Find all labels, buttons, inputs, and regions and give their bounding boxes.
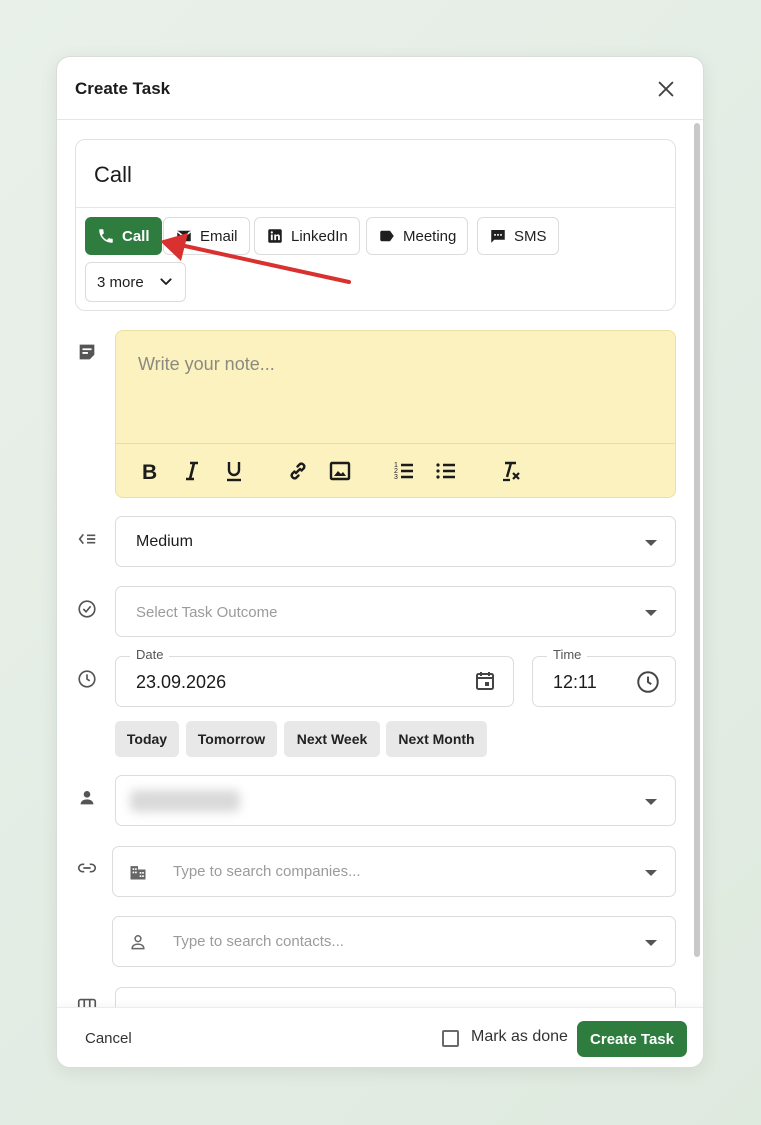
contacts-placeholder: Type to search contacts... [173, 933, 344, 950]
note-editor[interactable]: Write your note... B 123 [115, 330, 676, 498]
sms-icon [491, 230, 505, 243]
type-meeting-label: Meeting [403, 227, 457, 245]
link-association-icon [77, 863, 97, 873]
more-types-button[interactable]: 3 more [85, 262, 186, 302]
link-icon[interactable] [286, 459, 310, 483]
ordered-list-icon[interactable]: 123 [392, 459, 416, 483]
svg-text:B: B [142, 461, 157, 483]
close-icon[interactable] [655, 78, 677, 100]
dropdown-caret-icon [645, 799, 657, 805]
dropdown-caret-icon [645, 940, 657, 946]
task-outcome-placeholder: Select Task Outcome [136, 604, 278, 621]
type-meeting-button[interactable]: Meeting [366, 217, 469, 255]
task-title-input[interactable] [94, 162, 654, 188]
clear-format-icon[interactable] [498, 459, 522, 483]
phone-icon [99, 229, 113, 243]
mark-done-checkbox[interactable] [442, 1030, 459, 1047]
companies-placeholder: Type to search companies... [173, 863, 361, 880]
task-outcome-select[interactable]: Select Task Outcome [115, 586, 676, 637]
time-value: 12:11 [553, 672, 597, 692]
building-icon [130, 866, 146, 880]
linkedin-icon [268, 229, 282, 243]
bold-icon[interactable]: B [138, 459, 162, 483]
type-linkedin-label: LinkedIn [291, 227, 348, 245]
quick-date-next-month[interactable]: Next Month [386, 721, 487, 757]
priority-icon [78, 533, 96, 545]
date-field[interactable]: Date 23.09.2026 [115, 647, 514, 707]
svg-text:3: 3 [394, 474, 398, 481]
type-call-button[interactable]: Call [85, 217, 162, 255]
type-linkedin-button[interactable]: LinkedIn [254, 217, 360, 255]
quick-date-next-week[interactable]: Next Week [284, 721, 380, 757]
bullet-list-icon[interactable] [434, 459, 458, 483]
divider [76, 207, 675, 208]
assignee-select[interactable] [115, 775, 676, 826]
priority-select[interactable]: Medium [115, 516, 676, 567]
underline-icon[interactable] [222, 459, 246, 483]
cancel-button[interactable]: Cancel [85, 1030, 132, 1047]
date-label: Date [130, 647, 170, 662]
companies-select[interactable]: Type to search companies... [112, 846, 676, 897]
contacts-select[interactable]: Type to search contacts... [112, 916, 676, 967]
outcome-check-icon [78, 600, 96, 618]
modal-title: Create Task [75, 79, 171, 98]
type-sms-button[interactable]: SMS [477, 217, 559, 255]
time-field[interactable]: Time 12:11 [532, 647, 676, 707]
dropdown-caret-icon [645, 610, 657, 616]
type-email-button[interactable]: Email [163, 217, 250, 255]
date-value: 23.09.2026 [136, 672, 227, 692]
quick-date-today[interactable]: Today [115, 721, 179, 757]
dropdown-caret-icon [645, 870, 657, 876]
modal-footer: Cancel Mark as done Create Task [57, 1007, 703, 1067]
more-types-label: 3 more [97, 273, 144, 291]
quick-date-tomorrow[interactable]: Tomorrow [186, 721, 277, 757]
create-task-modal: Create Task Call Email LinkedIn Meeting … [56, 56, 704, 1068]
dropdown-caret-icon [645, 540, 657, 546]
type-email-label: Email [200, 227, 238, 245]
clock-picker-icon[interactable] [635, 669, 661, 695]
clock-icon [78, 670, 96, 688]
meeting-tag-icon [380, 230, 394, 242]
italic-icon[interactable] [180, 459, 204, 483]
divider [116, 443, 675, 444]
type-call-label: Call [122, 227, 150, 245]
image-icon[interactable] [328, 459, 352, 483]
task-title-card: Call Email LinkedIn Meeting SMS 3 more [75, 139, 676, 311]
priority-value: Medium [136, 533, 193, 550]
calendar-icon[interactable] [473, 669, 497, 693]
type-sms-label: SMS [514, 227, 547, 245]
create-task-button[interactable]: Create Task [577, 1021, 687, 1057]
contact-person-icon [131, 935, 145, 950]
modal-header: Create Task [57, 57, 703, 120]
mark-done-label[interactable]: Mark as done [471, 1028, 568, 1046]
time-label: Time [547, 647, 588, 662]
redacted-assignee [130, 790, 240, 812]
email-icon [176, 230, 192, 242]
chevron-down-icon [160, 278, 172, 285]
note-icon [79, 344, 95, 360]
scrollbar[interactable] [694, 123, 700, 957]
person-icon [80, 791, 94, 805]
note-placeholder: Write your note... [138, 354, 275, 374]
